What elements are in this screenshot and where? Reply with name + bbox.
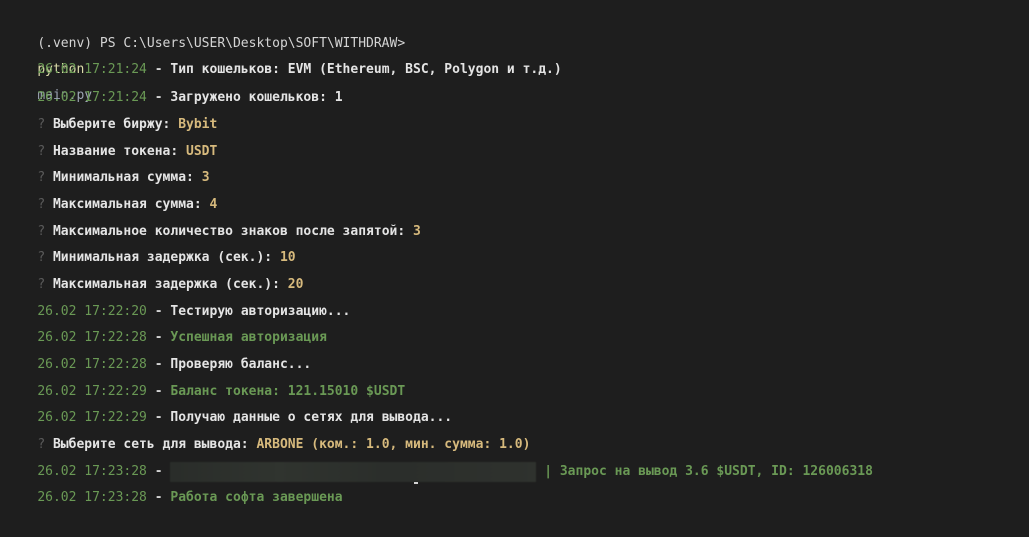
log-line-withdraw-request: 26.02 17:23:28 - | Запрос на вывод 3.6 $… [6, 433, 873, 482]
prompt-line-min-amount: ? Минимальная сумма: 3 [6, 139, 209, 185]
prompt-line-network: ? Выберите сеть для вывода: ARBONE (ком.… [6, 406, 530, 452]
log-timestamp: 26.02 17:23:28 [37, 490, 147, 505]
log-message-success: | Запрос на вывод 3.6 $USDT, ID: 1260063… [536, 464, 873, 479]
prompt-answer: 3 [413, 224, 421, 239]
prompt-line-max-amount: ? Максимальная сумма: 4 [6, 166, 217, 212]
log-line-auth-test: 26.02 17:22:20 - Тестирую авторизацию... [37, 304, 351, 319]
prompt-line-decimals: ? Максимальное количество знаков после з… [6, 193, 421, 239]
log-line-wallet-type: 26.02 17:21:24 - Тип кошельков: EVM (Eth… [37, 62, 562, 77]
log-line-auth-success: 26.02 17:22:28 - Успешная авторизация [37, 330, 327, 345]
log-line-balance: 26.02 17:22:29 - Баланс токена: 121.1501… [37, 384, 406, 399]
prompt-line-token: ? Название токена: USDT [6, 113, 217, 159]
prompt-line-min-delay: ? Минимальная задержка (сек.): 10 [6, 219, 295, 265]
shell-prompt-line: (.venv) PS C:\Users\USER\Desktop\SOFT\WI… [6, 5, 405, 103]
prompt-line-exchange: ? Выберите биржу: Bybit [6, 86, 217, 132]
text-cursor [414, 482, 418, 484]
log-line-wallets-loaded: 26.02 17:21:24 - Загружено кошельков: 1 [37, 90, 343, 105]
log-line-balance-check: 26.02 17:22:28 - Проверяю баланс... [37, 357, 312, 372]
prompt-line-max-delay: ? Максимальная задержка (сек.): 20 [6, 246, 303, 292]
log-line-networks: 26.02 17:22:29 - Получаю данные о сетях … [37, 410, 453, 425]
terminal-output[interactable]: (.venv) PS C:\Users\USER\Desktop\SOFT\WI… [0, 0, 1029, 505]
log-line-finished: 26.02 17:23:28 - Работа софта завершена [37, 490, 343, 505]
log-message-success: Работа софта завершена [170, 490, 343, 505]
